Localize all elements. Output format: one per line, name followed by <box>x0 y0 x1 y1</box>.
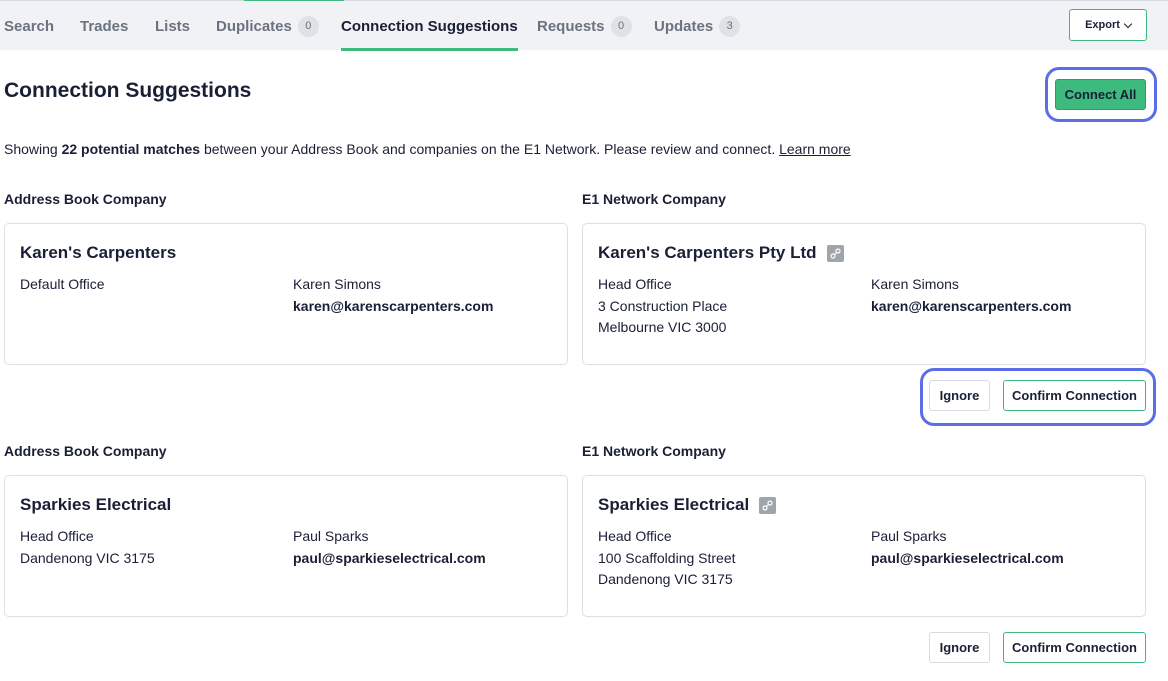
office-details: Head Office 3 Construction Place Melbour… <box>598 274 727 339</box>
office-line: Head Office <box>20 528 94 544</box>
office-details: Default Office <box>20 274 105 296</box>
network-card: Karen's Carpenters Pty Ltd Head Office 3… <box>582 223 1146 365</box>
contact-email: karen@karenscarpenters.com <box>293 297 494 314</box>
network-card: Sparkies Electrical Head Office 100 Scaf… <box>582 475 1146 617</box>
office-line: Default Office <box>20 276 105 292</box>
contact-details: Karen Simons karen@karenscarpenters.com <box>871 274 1071 317</box>
office-line: Head Office <box>598 276 672 292</box>
company-name: Sparkies Electrical <box>598 495 777 515</box>
contact-name: Karen Simons <box>871 276 959 292</box>
contact-details: Paul Sparks paul@sparkieselectrical.com <box>871 526 1064 569</box>
requests-count-badge: 0 <box>610 15 632 37</box>
tab-search[interactable]: Search <box>4 1 54 51</box>
network-column-heading: E1 Network Company <box>582 191 726 207</box>
address-book-card: Sparkies Electrical Head Office Dandenon… <box>4 475 568 617</box>
contact-name: Karen Simons <box>293 276 381 292</box>
chevron-down-icon <box>1123 19 1133 28</box>
tab-updates[interactable]: Updates 3 <box>654 1 741 51</box>
intro-text: Showing 22 potential matches between you… <box>4 141 851 157</box>
contact-email: paul@sparkieselectrical.com <box>293 549 486 566</box>
tab-lists[interactable]: Lists <box>155 1 190 51</box>
ignore-button[interactable]: Ignore <box>929 632 990 663</box>
contact-name: Paul Sparks <box>293 528 369 544</box>
company-name: Karen's Carpenters <box>20 243 177 262</box>
tab-connection-suggestions[interactable]: Connection Suggestions <box>341 1 518 51</box>
contact-details: Karen Simons karen@karenscarpenters.com <box>293 274 493 317</box>
address-line: Dandenong VIC 3175 <box>20 549 155 566</box>
updates-count-badge: 3 <box>719 15 741 37</box>
office-details: Head Office Dandenong VIC 3175 <box>20 526 155 569</box>
match-count: 22 potential matches <box>61 141 201 157</box>
address-book-column-heading: Address Book Company <box>4 191 167 207</box>
address-line: Melbourne VIC 3000 <box>598 319 727 335</box>
tab-trades[interactable]: Trades <box>80 1 128 51</box>
address-line: Dandenong VIC 3175 <box>598 571 733 587</box>
contact-name: Paul Sparks <box>871 528 947 544</box>
address-line: 100 Scaffolding Street <box>598 549 736 566</box>
confirm-connection-button[interactable]: Confirm Connection <box>1003 380 1146 411</box>
network-column-heading: E1 Network Company <box>582 443 726 459</box>
connect-all-button[interactable]: Connect All <box>1055 79 1146 110</box>
company-name: Karen's Carpenters Pty Ltd <box>598 243 844 263</box>
confirm-connection-button[interactable]: Confirm Connection <box>1003 632 1146 663</box>
address-line: 3 Construction Place <box>598 297 728 314</box>
office-details: Head Office 100 Scaffolding Street Dande… <box>598 526 736 591</box>
contact-details: Paul Sparks paul@sparkieselectrical.com <box>293 526 486 569</box>
tab-duplicates[interactable]: Duplicates 0 <box>216 1 319 51</box>
tab-requests[interactable]: Requests 0 <box>537 1 632 51</box>
contact-email: paul@sparkieselectrical.com <box>871 549 1064 566</box>
learn-more-link[interactable]: Learn more <box>779 141 851 157</box>
ignore-button[interactable]: Ignore <box>929 380 990 411</box>
export-button[interactable]: Export <box>1069 9 1147 41</box>
contact-email: karen@karenscarpenters.com <box>871 297 1072 314</box>
page-title: Connection Suggestions <box>4 79 252 102</box>
office-line: Head Office <box>598 528 672 544</box>
top-nav: Search Trades Lists Duplicates 0 Connecti… <box>0 0 1168 51</box>
link-icon[interactable] <box>826 244 844 262</box>
address-book-card: Karen's Carpenters Default Office Karen … <box>4 223 568 365</box>
link-icon[interactable] <box>759 496 777 514</box>
address-book-column-heading: Address Book Company <box>4 443 167 459</box>
company-name: Sparkies Electrical <box>20 495 172 514</box>
duplicates-count-badge: 0 <box>297 15 319 37</box>
